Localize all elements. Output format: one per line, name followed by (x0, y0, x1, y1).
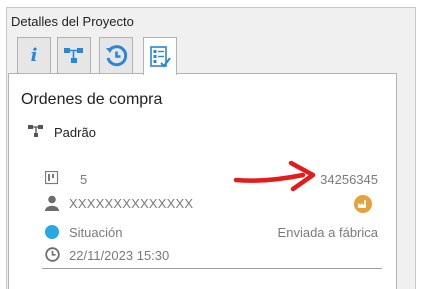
divider (42, 268, 382, 269)
tab-history[interactable] (99, 37, 133, 73)
order-datetime: 22/11/2023 15:30 (69, 248, 170, 263)
items-icon (45, 171, 59, 185)
section-heading: Ordenes de compra (21, 91, 163, 108)
hierarchy-small-icon (28, 125, 43, 137)
user-icon (45, 195, 59, 211)
status-dot (45, 225, 59, 239)
order-number: 34256345 (320, 172, 378, 187)
tab-hierarchy[interactable] (57, 37, 91, 73)
info-icon: i (30, 45, 38, 66)
panel-title: Detalles del Proyecto (11, 14, 134, 29)
tab-info[interactable]: i (17, 37, 51, 73)
status-label: Situación (69, 225, 123, 240)
annotation-arrow (233, 160, 316, 192)
user-name: XXXXXXXXXXXXXX (69, 196, 194, 211)
tab-orders[interactable] (143, 37, 177, 75)
checklist-icon (150, 45, 171, 68)
status-value: Enviada a fábrica (277, 225, 378, 240)
hierarchy-icon (64, 47, 83, 63)
clock-icon (45, 247, 60, 262)
item-count: 5 (80, 172, 88, 187)
hierarchy-label: Padrão (54, 125, 96, 140)
factory-icon[interactable] (354, 195, 372, 213)
history-icon (106, 44, 128, 66)
